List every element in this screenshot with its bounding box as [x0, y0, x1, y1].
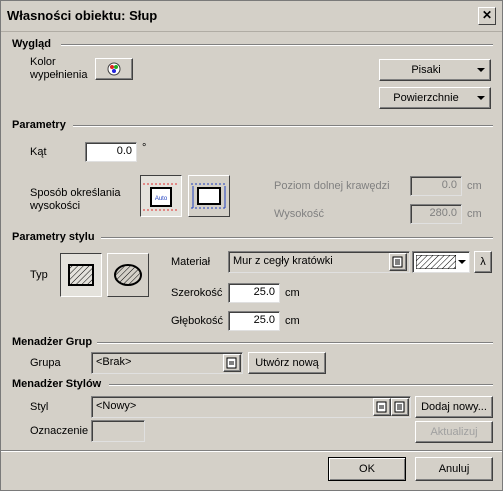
manual-height-button[interactable] — [188, 175, 230, 217]
fill-color-label: Kolor wypełnienia — [30, 56, 88, 81]
auto-icon-text: Auto — [155, 196, 168, 202]
manual-height-icon — [191, 183, 227, 209]
section-style-manager: Menadżer Stylów — [12, 378, 102, 390]
section-parameters: Parametry — [12, 119, 66, 131]
auto-height-icon: Auto — [143, 183, 179, 211]
create-group-button[interactable]: Utwórz nową — [248, 352, 326, 374]
style-edit-button[interactable] — [391, 398, 409, 416]
style-label: Styl — [30, 401, 49, 413]
material-edit-button[interactable] — [389, 253, 407, 271]
rectangle-column-icon — [68, 264, 94, 286]
style-field[interactable]: <Nowy> — [91, 396, 411, 418]
title-bar: Własności obiektu: Słup ✕ — [1, 1, 502, 32]
group-field[interactable]: <Brak> — [91, 352, 243, 374]
height-input[interactable]: 280.0 — [410, 204, 462, 224]
style-select-button[interactable] — [373, 398, 391, 416]
divider — [101, 237, 493, 239]
chevron-down-icon — [477, 96, 485, 100]
close-button[interactable]: ✕ — [478, 7, 496, 25]
width-input[interactable]: 25.0 — [228, 283, 280, 303]
edit-icon — [394, 401, 405, 413]
material-label: Materiał — [171, 256, 211, 268]
type-label: Typ — [30, 269, 48, 281]
bottom-edge-input[interactable]: 0.0 — [410, 176, 462, 196]
lambda-button[interactable]: λ — [474, 251, 492, 273]
bottom-edge-unit: cm — [467, 180, 482, 192]
width-unit: cm — [285, 287, 300, 299]
group-select-button[interactable] — [223, 354, 241, 372]
angle-label: Kąt — [30, 146, 47, 158]
surfaces-dropdown[interactable]: Powierzchnie — [379, 87, 491, 109]
angle-unit: ° — [142, 142, 147, 154]
material-field[interactable]: Mur z cegły kratówki — [228, 251, 410, 273]
height-method-label: Sposób określania wysokości — [30, 187, 121, 212]
color-palette-icon — [107, 62, 121, 76]
fill-color-button[interactable] — [95, 58, 133, 80]
height-label: Wysokość — [274, 208, 325, 220]
depth-input[interactable]: 25.0 — [228, 311, 280, 331]
update-style-button[interactable]: Aktualizuj — [415, 421, 493, 443]
cancel-button[interactable]: Anuluj — [415, 457, 493, 481]
dialog-title: Własności obiektu: Słup — [7, 8, 158, 23]
surfaces-label: Powierzchnie — [393, 92, 459, 104]
divider — [61, 44, 493, 46]
section-appearance: Wygląd — [12, 38, 51, 50]
width-label: Szerokość — [171, 287, 223, 299]
mark-label: Oznaczenie — [30, 425, 89, 437]
mark-field[interactable] — [91, 420, 145, 442]
chevron-down-icon — [458, 260, 466, 264]
ellipse-column-icon — [114, 264, 142, 286]
document-icon — [376, 401, 387, 413]
type-rectangle-button[interactable] — [60, 253, 102, 297]
pens-label: Pisaki — [411, 64, 441, 76]
ok-button[interactable]: OK — [328, 457, 406, 481]
hatch-pattern-icon — [416, 255, 456, 269]
divider — [73, 125, 493, 127]
section-group-manager: Menadżer Grup — [12, 336, 93, 348]
section-style-parameters: Parametry stylu — [12, 231, 95, 243]
hatch-pattern-select[interactable] — [412, 251, 470, 273]
type-ellipse-button[interactable] — [107, 253, 149, 297]
depth-unit: cm — [285, 315, 300, 327]
footer-divider — [1, 450, 502, 452]
chevron-down-icon — [477, 68, 485, 72]
auto-height-button[interactable]: Auto — [140, 175, 182, 217]
edit-icon — [392, 256, 403, 268]
divider — [97, 342, 493, 344]
group-label: Grupa — [30, 357, 61, 369]
add-style-button[interactable]: Dodaj nowy... — [415, 396, 493, 418]
document-icon — [226, 357, 237, 369]
depth-label: Głębokość — [171, 315, 223, 327]
height-unit: cm — [467, 208, 482, 220]
properties-dialog: Własności obiektu: Słup ✕ Wygląd Kolor w… — [0, 0, 503, 491]
angle-input[interactable]: 0.0 — [85, 142, 137, 162]
divider — [109, 384, 493, 386]
pens-dropdown[interactable]: Pisaki — [379, 59, 491, 81]
bottom-edge-label: Poziom dolnej krawędzi — [274, 180, 390, 192]
